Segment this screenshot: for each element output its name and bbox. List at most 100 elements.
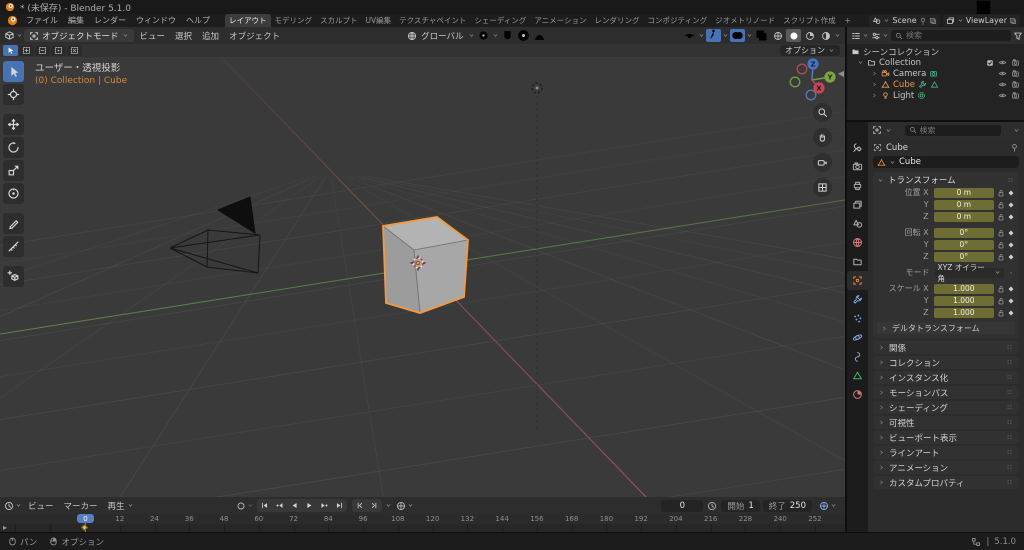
scene-selector[interactable]: Scene [869,15,940,26]
lock-open-icon[interactable] [997,309,1005,317]
sel-invert-button[interactable] [51,45,66,56]
delta-transform-panel[interactable]: デルタトランスフォーム [877,322,1015,334]
grip-icon[interactable] [1005,373,1014,382]
properties-tab-render[interactable] [847,157,868,176]
grip-icon[interactable] [1005,448,1014,457]
sel-extend-button[interactable] [19,45,34,56]
lock-open-icon[interactable] [997,285,1005,293]
keyframe-icon[interactable] [1007,189,1015,197]
chevron-down-icon[interactable] [857,59,864,66]
prev-key-button[interactable] [272,499,287,512]
timeline-view-toggle[interactable] [819,501,837,511]
render-restrict-icon[interactable] [1011,69,1020,78]
lock-open-icon[interactable] [997,253,1005,261]
properties-tab-object-data[interactable] [847,366,868,385]
panel-関係[interactable]: 関係 [873,341,1019,354]
outliner-search-input[interactable] [906,31,1007,40]
frame-start-field[interactable]: 開始 1 [721,499,760,512]
eye-icon[interactable] [998,91,1007,100]
viewport-menu-オブジェクト[interactable]: オブジェクト [224,30,285,42]
panel-アニメーション[interactable]: アニメーション [873,461,1019,474]
maximize-button[interactable] [970,0,997,14]
cube-object[interactable] [382,216,469,314]
panel-カスタムプロパティ[interactable]: カスタムプロパティ [873,476,1019,489]
properties-search[interactable] [904,124,1001,136]
grip-icon[interactable] [1005,478,1014,487]
outliner-row-シーンコレクション[interactable]: シーンコレクション [847,46,1024,58]
properties-tab-collection[interactable] [847,252,868,271]
tool-add-cube[interactable] [3,266,24,287]
outliner-filter-dropdown[interactable] [1013,31,1024,41]
pin-icon[interactable] [1010,143,1019,152]
duplicate-icon[interactable] [929,17,937,25]
sel-subtract-button[interactable] [35,45,50,56]
menu-ヘルプ[interactable]: ヘルプ [181,14,215,27]
chevron-right-icon[interactable] [871,81,878,88]
panel-ビューポート表示[interactable]: ビューポート表示 [873,431,1019,444]
lock-open-icon[interactable] [997,189,1005,197]
gizmos-dropdown[interactable] [706,29,729,42]
render-restrict-icon[interactable] [1011,58,1020,67]
render-restrict-icon[interactable] [1011,80,1020,89]
chevron-right-icon[interactable] [871,70,878,77]
value-field-回転 X[interactable]: 0° [933,227,994,238]
timeline-menu-再生[interactable]: 再生 [103,500,139,512]
keyframe-icon[interactable] [1007,309,1015,317]
properties-tab-world[interactable] [847,233,868,252]
properties-tab-scene[interactable] [847,214,868,233]
viewport-menu-ビュー[interactable]: ビュー [135,30,171,42]
lock-open-icon[interactable] [997,229,1005,237]
chevron-down-icon[interactable] [834,32,841,39]
render-restrict-icon[interactable] [1011,91,1020,100]
options-button[interactable]: オプション [780,45,840,56]
panel-可視性[interactable]: 可視性 [873,416,1019,429]
transform-panel-header[interactable]: トランスフォーム [877,174,1015,186]
play-rev-button[interactable] [287,499,302,512]
transform-orientation-dropdown[interactable]: グローバル [407,30,474,42]
shade-render-button[interactable] [818,29,833,42]
visibility-dropdown[interactable] [682,29,705,42]
outliner-row-Cube[interactable]: Cube [847,79,1024,90]
panel-シェーディング[interactable]: シェーディング [873,401,1019,414]
value-field-Y[interactable]: 0 m [933,199,994,210]
jump-end-button[interactable] [332,499,347,512]
minimize-button[interactable] [943,0,970,14]
outliner-row-Camera[interactable]: Camera [847,68,1024,79]
shade-wire-button[interactable] [770,29,785,42]
grip-icon[interactable] [1005,388,1014,397]
properties-tab-tool[interactable] [847,138,868,157]
chevron-down-icon[interactable] [385,502,392,509]
keyframe-icon[interactable] [1007,201,1015,209]
shade-material-button[interactable] [802,29,817,42]
tool-scale[interactable] [3,160,24,181]
nav-persp-grid-button[interactable] [813,178,832,197]
object-name-field[interactable]: Cube [873,156,1019,168]
tool-measure[interactable] [3,236,24,257]
properties-tab-constraints[interactable] [847,347,868,366]
current-frame-field[interactable]: 0 [661,499,704,512]
sel-intersect-button[interactable] [67,45,82,56]
light-object[interactable] [531,82,543,94]
panel-モーションパス[interactable]: モーションパス [873,386,1019,399]
properties-tab-material[interactable] [847,385,868,404]
keyframe-icon[interactable] [1007,229,1015,237]
menu-ファイル[interactable]: ファイル [21,14,63,27]
nav-zoom-button[interactable] [813,103,832,122]
properties-search-input[interactable] [919,125,997,135]
prev-frame-button[interactable] [352,499,367,512]
timeline-ruler[interactable]: 12 24 36 48 60 72 84 96 108 120 132 144 156 168 180 192… [0,514,845,524]
navigation-gizmo[interactable]: Z Y X [789,58,836,101]
shade-solid-button[interactable] [786,29,801,42]
value-field-Y[interactable]: 0° [933,239,994,250]
value-field-Z[interactable]: 0° [933,251,994,262]
xray-toggle[interactable] [754,29,769,42]
eye-icon[interactable] [998,69,1007,78]
properties-tab-output[interactable] [847,176,868,195]
snap-magnet-toggle[interactable] [500,29,515,42]
workspace-tab-モデリング[interactable]: モデリング [271,14,317,27]
properties-tab-modifiers[interactable] [847,290,868,309]
timeline-menu-マーカー[interactable]: マーカー [59,500,103,512]
workspace-tab-UV編集[interactable]: UV編集 [362,14,396,27]
viewport-menu-選択[interactable]: 選択 [170,30,197,42]
value-field-Z[interactable]: 1.000 [933,307,994,318]
